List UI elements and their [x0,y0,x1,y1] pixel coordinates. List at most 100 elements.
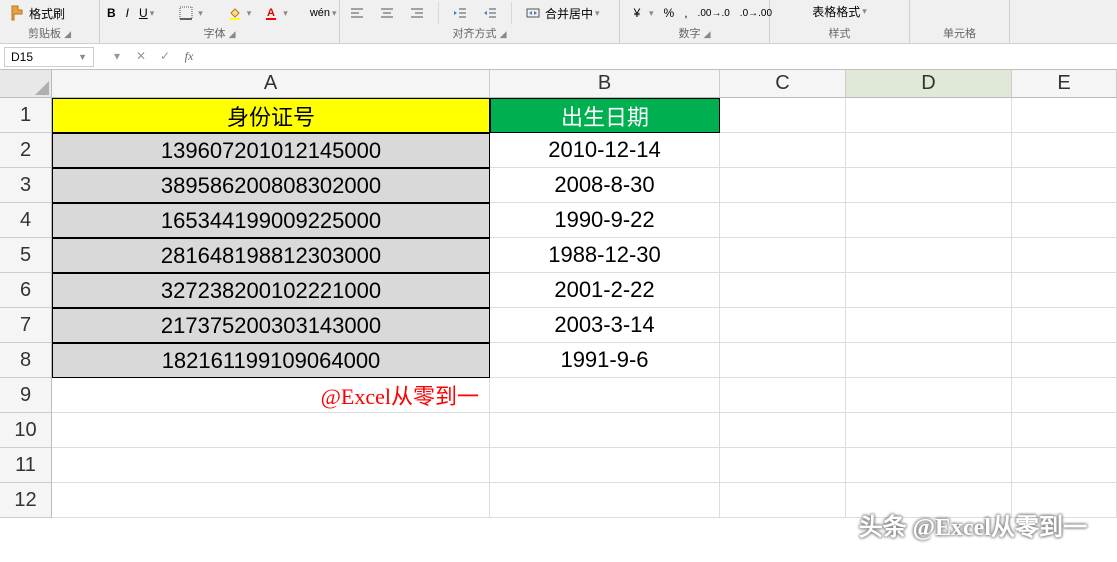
border-button[interactable]: ▾ [173,2,206,24]
dialog-launcher-icon[interactable]: ◢ [704,29,711,39]
cell-E4[interactable] [1012,203,1117,238]
cell-A8[interactable]: 182161199109064000 [52,343,490,378]
cell-B8[interactable]: 1991-9-6 [490,343,720,378]
column-header-D[interactable]: D [846,70,1012,98]
accept-formula-button[interactable]: ✓ [156,49,174,64]
cell-D10[interactable] [846,413,1012,448]
cell-C2[interactable] [720,133,846,168]
cell-B2[interactable]: 2010-12-14 [490,133,720,168]
cell-D9[interactable] [846,378,1012,413]
chevron-down-icon[interactable]: ▼ [78,52,87,62]
cell-E9[interactable] [1012,378,1117,413]
name-box[interactable]: D15 ▼ [4,47,94,67]
cell-A6[interactable]: 327238200102221000 [52,273,490,308]
currency-button[interactable]: ¥ ▾ [624,2,657,24]
percent-button[interactable]: % [661,5,678,21]
cancel-formula-button[interactable]: ✕ [132,49,150,64]
row-header-1[interactable]: 1 [0,98,52,133]
cell-D5[interactable] [846,238,1012,273]
dialog-launcher-icon[interactable]: ◢ [500,29,507,39]
cell-E3[interactable] [1012,168,1117,203]
formula-input[interactable] [208,47,1117,67]
column-header-E[interactable]: E [1012,70,1117,98]
row-header-4[interactable]: 4 [0,203,52,238]
cell-B5[interactable]: 1988-12-30 [490,238,720,273]
cell-A7[interactable]: 217375200303143000 [52,308,490,343]
bold-button[interactable]: B [104,5,119,21]
cell-D7[interactable] [846,308,1012,343]
insert-function-button[interactable]: fx [180,49,198,64]
cell-C9[interactable] [720,378,846,413]
row-header-2[interactable]: 2 [0,133,52,168]
cell-B12[interactable] [490,483,720,518]
cell-E5[interactable] [1012,238,1117,273]
cell-C11[interactable] [720,448,846,483]
cell-C8[interactable] [720,343,846,378]
cell-A12[interactable] [52,483,490,518]
cell-A1[interactable]: 身份证号 [52,98,490,133]
cell-D6[interactable] [846,273,1012,308]
cell-B10[interactable] [490,413,720,448]
cell-B11[interactable] [490,448,720,483]
row-header-7[interactable]: 7 [0,308,52,343]
indent-decrease-button[interactable] [447,2,473,24]
cell-D3[interactable] [846,168,1012,203]
cell-A2[interactable]: 139607201012145000 [52,133,490,168]
font-color-button[interactable]: A ▾ [258,2,291,24]
cell-D2[interactable] [846,133,1012,168]
fill-color-button[interactable]: ▾ [222,2,255,24]
indent-increase-button[interactable] [477,2,503,24]
cell-B4[interactable]: 1990-9-22 [490,203,720,238]
format-painter-button[interactable]: 格式刷 [4,2,68,24]
cell-B1[interactable]: 出生日期 [490,98,720,133]
cell-A11[interactable] [52,448,490,483]
cell-B6[interactable]: 2001-2-22 [490,273,720,308]
cell-C7[interactable] [720,308,846,343]
cell-E8[interactable] [1012,343,1117,378]
column-header-B[interactable]: B [490,70,720,98]
row-header-11[interactable]: 11 [0,448,52,483]
cell-E10[interactable] [1012,413,1117,448]
cell-E6[interactable] [1012,273,1117,308]
row-header-5[interactable]: 5 [0,238,52,273]
select-all-corner[interactable] [0,70,52,98]
align-center-button[interactable] [374,2,400,24]
cell-A3[interactable]: 389586200808302000 [52,168,490,203]
align-left-button[interactable] [344,2,370,24]
cell-A4[interactable]: 165344199009225000 [52,203,490,238]
cell-E1[interactable] [1012,98,1117,133]
chevron-down-icon[interactable]: ▾ [108,49,126,64]
column-header-C[interactable]: C [720,70,846,98]
cell-B7[interactable]: 2003-3-14 [490,308,720,343]
cell-C10[interactable] [720,413,846,448]
italic-button[interactable]: I [123,5,132,21]
row-header-9[interactable]: 9 [0,378,52,413]
table-format-button[interactable]: 表格格式 ▾ [809,2,870,21]
cell-A10[interactable] [52,413,490,448]
cell-C3[interactable] [720,168,846,203]
merge-center-button[interactable]: 合并居中 ▾ [520,2,603,24]
column-header-A[interactable]: A [52,70,490,98]
cell-D11[interactable] [846,448,1012,483]
cell-E11[interactable] [1012,448,1117,483]
row-header-10[interactable]: 10 [0,413,52,448]
phonetic-button[interactable]: wén ▾ [307,6,340,20]
dialog-launcher-icon[interactable]: ◢ [64,29,71,39]
dialog-launcher-icon[interactable]: ◢ [229,29,236,39]
increase-decimal-button[interactable]: .00→.0 [695,7,733,20]
underline-button[interactable]: U ▾ [136,5,157,21]
cell-C4[interactable] [720,203,846,238]
cell-A5[interactable]: 281648198812303000 [52,238,490,273]
cell-C12[interactable] [720,483,846,518]
cell-C5[interactable] [720,238,846,273]
cell-C6[interactable] [720,273,846,308]
cell-D8[interactable] [846,343,1012,378]
cell-D4[interactable] [846,203,1012,238]
row-header-3[interactable]: 3 [0,168,52,203]
cell-C1[interactable] [720,98,846,133]
row-header-8[interactable]: 8 [0,343,52,378]
cell-E2[interactable] [1012,133,1117,168]
cell-B3[interactable]: 2008-8-30 [490,168,720,203]
row-header-6[interactable]: 6 [0,273,52,308]
cell-E7[interactable] [1012,308,1117,343]
